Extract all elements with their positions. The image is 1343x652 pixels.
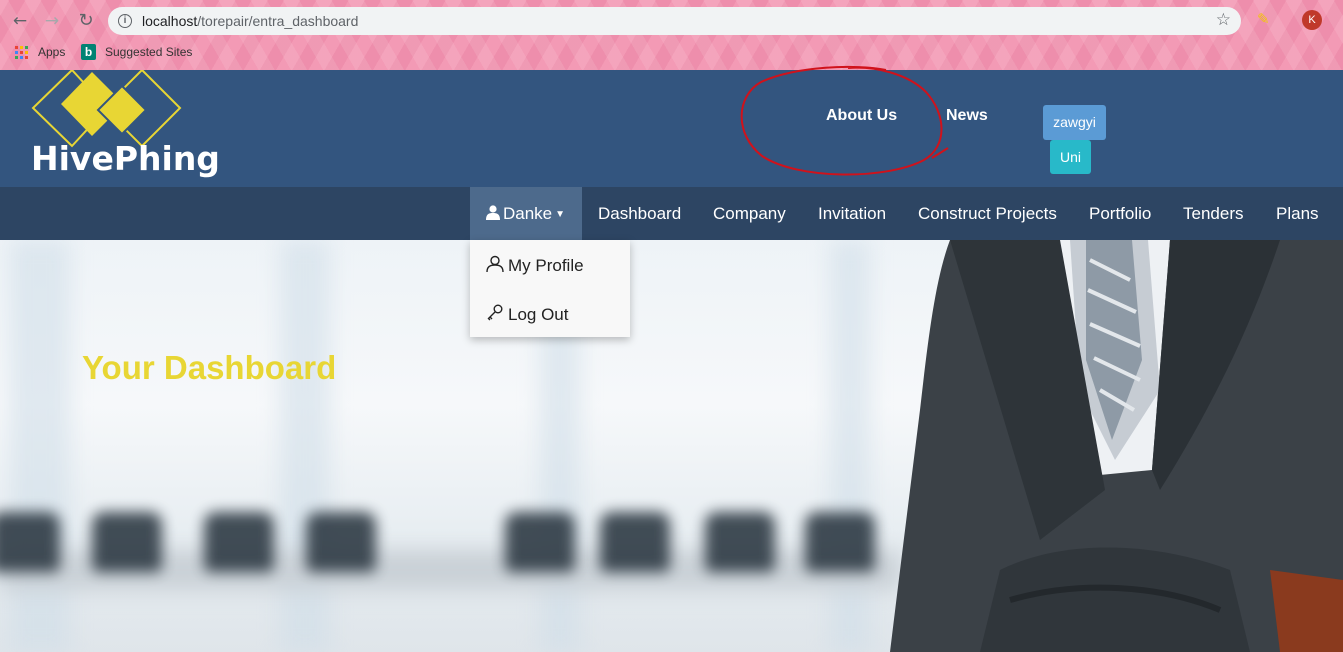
key-icon — [487, 304, 503, 321]
caret-down-icon: ▼ — [555, 209, 566, 220]
uni-button[interactable]: Uni — [1050, 140, 1091, 174]
main-nav: Danke ▼ Dashboard Company Invitation Cons… — [0, 187, 1343, 240]
url-path: /torepair/entra_dashboard — [197, 13, 359, 29]
logo-text[interactable]: HivePhing — [31, 139, 220, 178]
user-menu-toggle[interactable]: Danke ▼ — [470, 187, 582, 240]
nav-dashboard[interactable]: Dashboard — [598, 187, 681, 240]
nav-invitation[interactable]: Invitation — [818, 187, 886, 240]
bookmark-suggested-sites[interactable]: Suggested Sites — [105, 45, 192, 59]
user-dropdown-menu: My Profile Log Out — [470, 240, 630, 337]
apps-grid-icon[interactable] — [15, 46, 28, 59]
nav-portfolio[interactable]: Portfolio — [1089, 187, 1151, 240]
hero-bg-chairs — [0, 512, 900, 592]
bookmarks-bar: Apps b Suggested Sites — [0, 42, 1343, 64]
my-profile-label: My Profile — [508, 256, 584, 275]
news-link[interactable]: News — [946, 107, 988, 125]
browser-chrome: ← → ↻ i localhost/torepair/entra_dashboa… — [0, 0, 1343, 70]
back-arrow-icon[interactable]: ← — [9, 10, 31, 32]
url-host: localhost — [142, 13, 198, 29]
nav-construct-projects[interactable]: Construct Projects — [918, 187, 1057, 240]
hero-banner: Your Dashboard — [0, 240, 1343, 652]
address-bar[interactable]: i localhost/torepair/entra_dashboard ☆ — [108, 7, 1241, 35]
businessman-image — [890, 240, 1343, 652]
my-profile-item[interactable]: My Profile — [486, 255, 584, 276]
url-text[interactable]: localhost/torepair/entra_dashboard — [142, 13, 358, 29]
nav-tenders[interactable]: Tenders — [1183, 187, 1243, 240]
bing-icon: b — [81, 44, 96, 60]
user-icon — [486, 205, 500, 220]
info-icon[interactable]: i — [118, 14, 132, 28]
logo-diamond-icon[interactable] — [28, 70, 188, 150]
bookmark-apps[interactable]: Apps — [38, 45, 65, 59]
extension-pencil-icon[interactable]: ✎ — [1257, 10, 1275, 28]
about-us-link[interactable]: About Us — [826, 107, 897, 125]
nav-plans[interactable]: Plans — [1276, 187, 1319, 240]
zawgyi-button[interactable]: zawgyi — [1043, 105, 1106, 140]
log-out-item[interactable]: Log Out — [486, 304, 569, 325]
user-outline-icon — [486, 255, 504, 273]
bookmark-star-icon[interactable]: ☆ — [1216, 10, 1231, 30]
user-menu-label: Danke — [503, 204, 553, 223]
profile-avatar[interactable]: K — [1302, 10, 1322, 30]
reload-icon[interactable]: ↻ — [75, 10, 97, 32]
forward-arrow-icon[interactable]: → — [41, 10, 63, 32]
nav-company[interactable]: Company — [713, 187, 786, 240]
site-header: HivePhing About Us News zawgyi Uni — [0, 65, 1343, 187]
log-out-label: Log Out — [508, 305, 569, 324]
page-title: Your Dashboard — [82, 349, 337, 386]
